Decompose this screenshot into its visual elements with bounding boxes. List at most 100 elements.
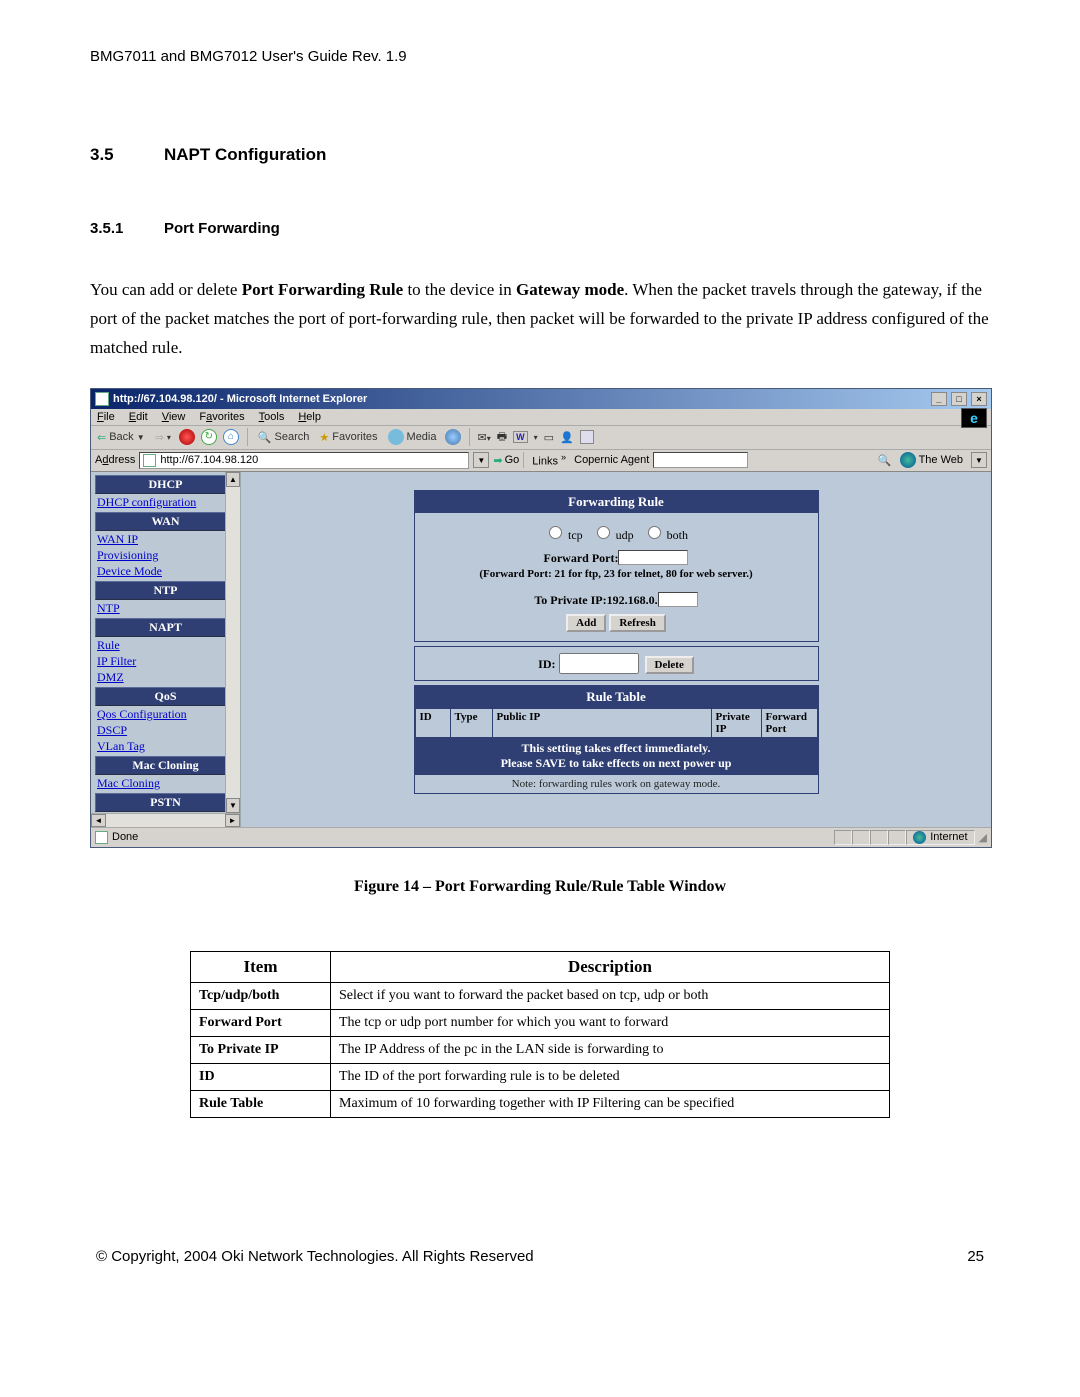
sidebar-link[interactable]: DMZ (95, 670, 236, 686)
private-ip-label: To Private IP:192.168.0. (534, 593, 657, 607)
media-button[interactable]: Media (386, 428, 439, 446)
sidebar-link[interactable]: WAN IP (95, 532, 236, 548)
search-button[interactable]: 🔍Search (256, 430, 312, 445)
table-row: Forward PortThe tcp or udp port number f… (191, 1009, 890, 1036)
sidebar-link[interactable]: Provisioning (95, 548, 236, 564)
sidebar-header: NAPT (95, 618, 236, 637)
table-cell-item: To Private IP (191, 1036, 331, 1063)
address-bar: Address http://67.104.98.120 ▼ ➡Go Links… (91, 450, 991, 472)
sidebar-header: Mac Cloning (95, 756, 236, 775)
table-cell-item: ID (191, 1063, 331, 1090)
status-bar: Done Internet ◢ (91, 827, 991, 847)
resize-grip-icon[interactable]: ◢ (975, 831, 987, 844)
menu-tools[interactable]: Tools (259, 411, 285, 423)
home-icon[interactable]: ⌂ (223, 429, 239, 445)
sidebar-link[interactable]: Mac Cloning (95, 776, 236, 792)
menu-edit[interactable]: Edit (129, 411, 148, 423)
sidebar-link[interactable]: Qos Configuration (95, 707, 236, 723)
section-title: NAPT Configuration (164, 145, 326, 164)
close-button[interactable]: × (971, 392, 987, 406)
sidebar-v-scrollbar[interactable]: ▲ ▼ (225, 472, 240, 813)
discuss-icon[interactable]: ▭ (544, 431, 554, 444)
sidebar-link[interactable]: DHCP configuration (95, 495, 236, 511)
radio-udp[interactable]: udp (592, 528, 634, 542)
forward-button[interactable]: ⇒▾ (153, 430, 173, 445)
print-icon[interactable]: 🖶 (497, 428, 507, 447)
refresh-icon[interactable]: ↻ (201, 429, 217, 445)
scroll-right-icon[interactable]: ► (225, 814, 240, 827)
menu-favorites[interactable]: Favorites (199, 411, 244, 423)
stop-icon[interactable] (179, 429, 195, 445)
forwarding-rule-header: Forwarding Rule (415, 491, 818, 513)
address-dropdown[interactable]: ▼ (473, 452, 489, 468)
sidebar-link[interactable]: VLan Tag (95, 739, 236, 755)
radio-tcp[interactable]: tcp (544, 528, 583, 542)
footer-page-number: 25 (967, 1248, 984, 1265)
col-id: ID (416, 709, 451, 737)
id-label: ID: (538, 657, 555, 671)
sidebar-link[interactable]: Rule (95, 638, 236, 654)
scroll-up-icon[interactable]: ▲ (226, 472, 240, 487)
go-button[interactable]: ➡Go (493, 454, 519, 467)
table-row: Rule TableMaximum of 10 forwarding toget… (191, 1090, 890, 1117)
table-cell-desc: The tcp or udp port number for which you… (331, 1009, 890, 1036)
forward-port-label: Forward Port: (544, 551, 619, 565)
col-type: Type (451, 709, 493, 737)
menu-help[interactable]: Help (298, 411, 321, 423)
copernic-label: Copernic Agent (574, 454, 649, 466)
copernic-go-icon[interactable]: 🔍 (878, 454, 892, 467)
add-button[interactable]: Add (566, 614, 606, 632)
favorites-button[interactable]: ★Favorites (317, 430, 379, 445)
messenger-icon[interactable]: 👤 (560, 431, 574, 444)
notice-line2: Please SAVE to take effects on next powe… (418, 756, 815, 772)
notice-banner: This setting takes effect immediately. P… (415, 738, 818, 775)
table-cell-desc: The IP Address of the pc in the LAN side… (331, 1036, 890, 1063)
links-label: Links » (528, 452, 570, 468)
sidebar-link[interactable]: DSCP (95, 723, 236, 739)
table-cell-desc: Select if you want to forward the packet… (331, 982, 890, 1009)
figure-caption: Figure 14 – Port Forwarding Rule/Rule Ta… (90, 878, 990, 896)
mail-icon[interactable]: ✉▾ (478, 431, 491, 444)
the-web-dropdown[interactable]: The Web (896, 452, 967, 468)
word-icon[interactable]: W (513, 431, 528, 443)
scroll-down-icon[interactable]: ▼ (226, 798, 240, 813)
forward-port-hint: (Forward Port: 21 for ftp, 23 for telnet… (421, 567, 812, 581)
radio-both[interactable]: both (643, 528, 688, 542)
table-cell-desc: Maximum of 10 forwarding together with I… (331, 1090, 890, 1117)
window-title: http://67.104.98.120/ - Microsoft Intern… (113, 393, 367, 405)
status-done: Done (112, 831, 138, 843)
menu-file[interactable]: File (97, 411, 115, 423)
theweb-dropdown-arrow[interactable]: ▼ (971, 452, 987, 468)
maximize-button[interactable]: □ (951, 392, 967, 406)
sidebar-link[interactable]: IP Filter (95, 654, 236, 670)
col-public-ip: Public IP (493, 709, 712, 737)
col-header-item: Item (191, 951, 331, 982)
sidebar-header: NTP (95, 581, 236, 600)
sidebar-link[interactable]: Device Mode (95, 564, 236, 580)
internet-zone-icon (913, 831, 926, 844)
menu-bar: File Edit View Favorites Tools Help e (91, 409, 991, 426)
refresh-button[interactable]: Refresh (609, 614, 665, 632)
go-icon: ➡ (493, 454, 502, 467)
table-cell-item: Forward Port (191, 1009, 331, 1036)
col-header-description: Description (331, 951, 890, 982)
text: to the device in (403, 280, 516, 299)
scroll-left-icon[interactable]: ◄ (91, 814, 106, 827)
extra-icon[interactable] (580, 430, 594, 444)
minimize-button[interactable]: _ (931, 392, 947, 406)
delete-button[interactable]: Delete (645, 656, 694, 674)
private-ip-input[interactable] (658, 592, 698, 607)
history-icon[interactable] (445, 429, 461, 445)
search-icon: 🔍 (258, 431, 272, 444)
address-input[interactable]: http://67.104.98.120 (160, 454, 465, 466)
sidebar-h-scrollbar[interactable]: ◄ ► (91, 813, 240, 827)
table-row: To Private IPThe IP Address of the pc in… (191, 1036, 890, 1063)
radio-udp-label: udp (616, 528, 634, 542)
forward-port-input[interactable] (618, 550, 688, 565)
sidebar-link[interactable]: NTP (95, 601, 236, 617)
id-input[interactable] (559, 653, 639, 674)
back-button[interactable]: ⇐Back▼ (95, 430, 147, 445)
menu-view[interactable]: View (162, 411, 186, 423)
notice-line1: This setting takes effect immediately. (418, 741, 815, 757)
copernic-search-input[interactable] (653, 452, 748, 468)
